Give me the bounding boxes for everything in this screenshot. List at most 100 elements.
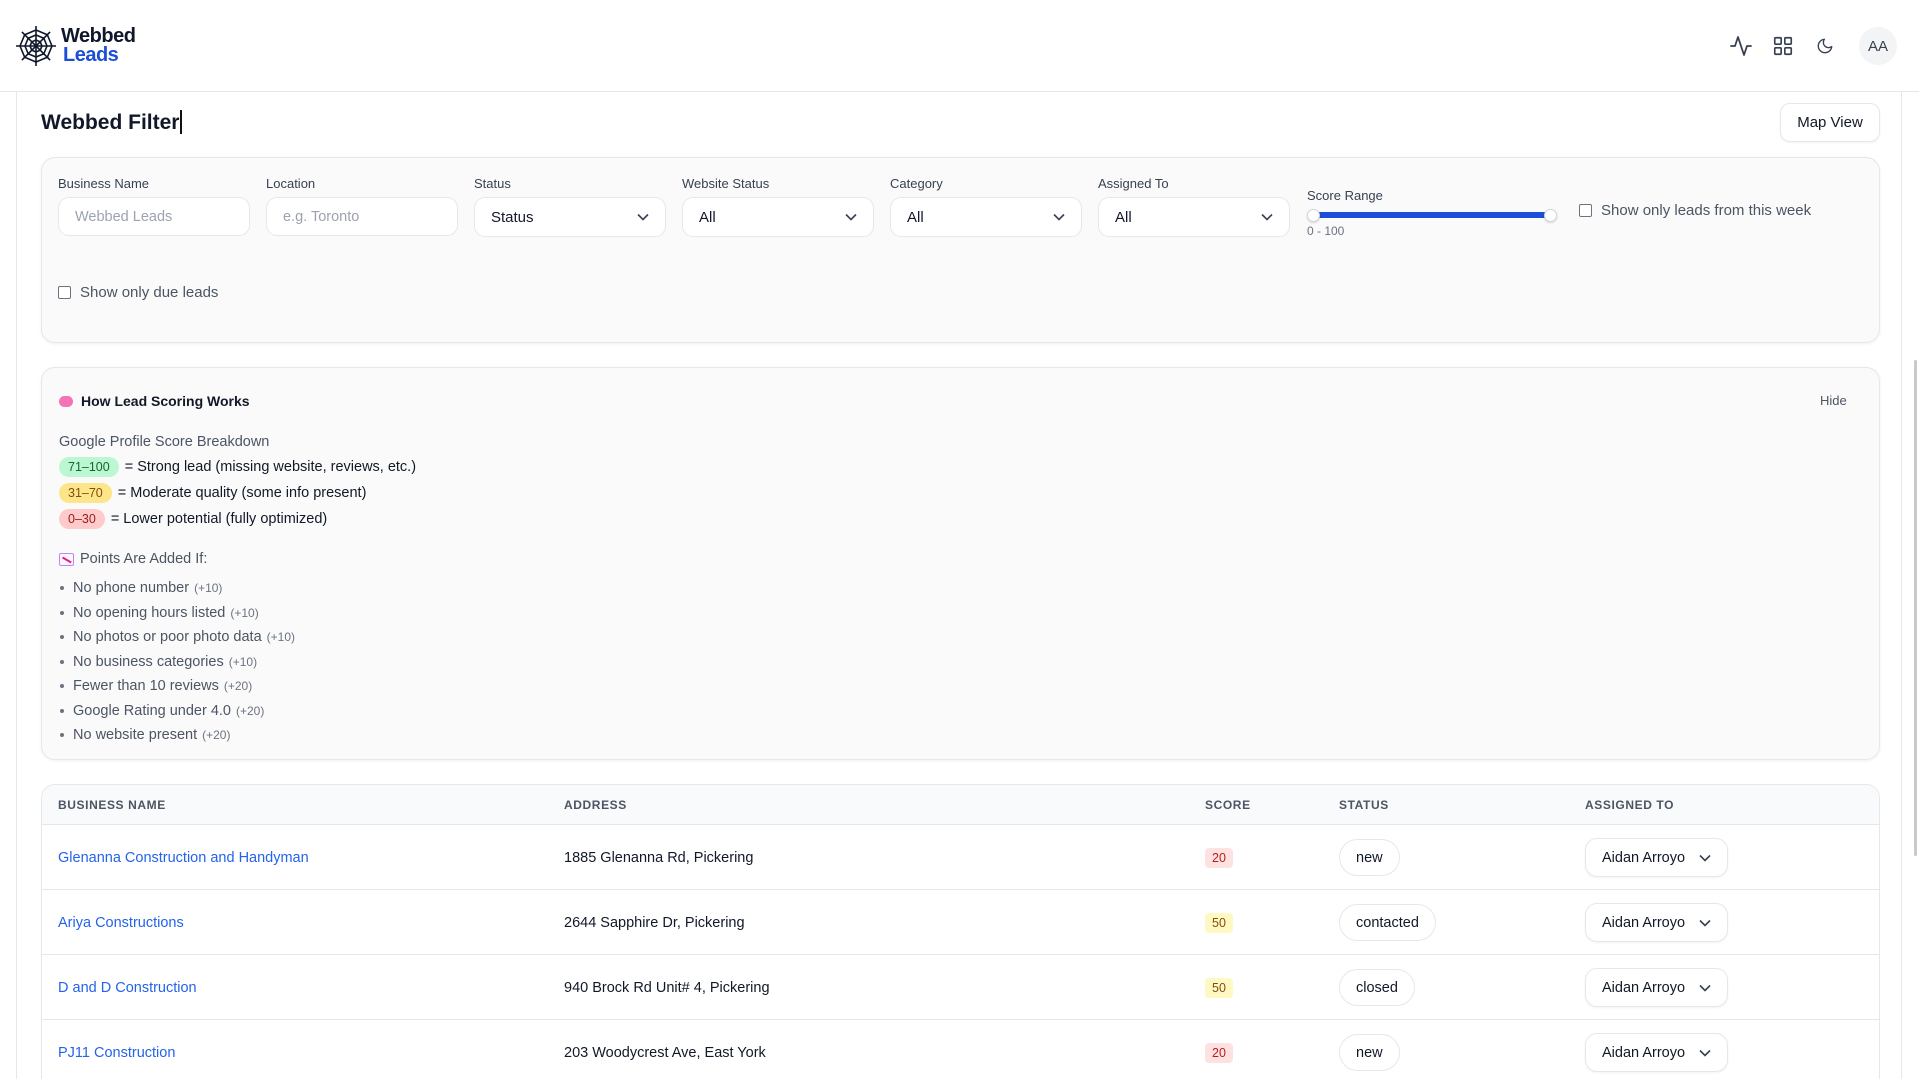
- lead-scoring-panel: How Lead Scoring Works Hide Google Profi…: [41, 367, 1880, 760]
- bullet-icon: [60, 635, 64, 640]
- business-name-link[interactable]: Ariya Constructions: [58, 915, 184, 931]
- points-criterion: Fewer than 10 reviews: [73, 678, 219, 695]
- col-score[interactable]: SCORE: [1205, 798, 1251, 812]
- activity-icon[interactable]: [1721, 26, 1761, 66]
- status-button[interactable]: closed: [1339, 969, 1415, 1006]
- score-range-slider[interactable]: [1307, 209, 1557, 222]
- bullet-icon: [60, 708, 64, 713]
- score-tier: 31–70 = Moderate quality (some info prese…: [59, 483, 366, 503]
- points-list-item: Google Rating under 4.0 (+20): [59, 699, 295, 724]
- status-button[interactable]: new: [1339, 1034, 1400, 1071]
- points-value: (+10): [194, 581, 223, 596]
- col-status[interactable]: STATUS: [1339, 798, 1389, 812]
- moon-icon[interactable]: [1805, 26, 1845, 66]
- assigned-to-select[interactable]: Aidan Arroyo: [1585, 1033, 1728, 1072]
- table-row: Ariya Constructions 2644 Sapphire Dr, Pic…: [42, 890, 1879, 955]
- filter-panel: Business Name Webbed Leads Location e.g.…: [41, 157, 1880, 343]
- chevron-down-icon: [1261, 213, 1273, 221]
- col-business-name[interactable]: BUSINESS NAME: [58, 798, 166, 812]
- due-leads-toggle[interactable]: Show only due leads: [58, 284, 218, 301]
- hide-scoring-button[interactable]: Hide: [1820, 393, 1847, 408]
- score-range-filter: Score Range 0 - 100: [1307, 188, 1557, 238]
- location-filter: Location e.g. Toronto: [266, 176, 458, 236]
- scoring-title: How Lead Scoring Works: [59, 393, 250, 409]
- assigned-to-label: Assigned To: [1098, 176, 1169, 191]
- user-avatar[interactable]: AA: [1859, 27, 1897, 65]
- website-status-select[interactable]: All: [682, 197, 874, 237]
- business-name-link[interactable]: PJ11 Construction: [58, 1045, 175, 1061]
- score-badge: 20: [1205, 847, 1233, 868]
- chevron-down-icon: [1053, 213, 1065, 221]
- chevron-down-icon: [845, 213, 857, 221]
- chart-decrease-icon: [59, 552, 74, 566]
- status-filter: Status Status: [474, 176, 666, 237]
- this-week-checkbox[interactable]: [1579, 204, 1592, 217]
- category-select[interactable]: All: [890, 197, 1082, 237]
- due-leads-label: Show only due leads: [80, 284, 219, 301]
- points-list-item: No business categories (+10): [59, 650, 295, 675]
- grid-icon[interactable]: [1763, 26, 1803, 66]
- map-view-button[interactable]: Map View: [1780, 103, 1880, 142]
- points-list-item: No photos or poor photo data (+10): [59, 625, 295, 650]
- page-title-text: Webbed Filter: [41, 111, 180, 134]
- points-value: (+20): [202, 728, 231, 743]
- this-week-toggle[interactable]: Show only leads from this week: [1579, 202, 1811, 219]
- chevron-down-icon: [1699, 980, 1711, 996]
- address-cell: 203 Woodycrest Ave, East York: [564, 1044, 766, 1061]
- leads-table: BUSINESS NAME ADDRESS SCORE STATUS ASSIG…: [41, 784, 1880, 1079]
- score-min-handle[interactable]: [1307, 209, 1320, 222]
- chevron-down-icon: [1699, 1045, 1711, 1061]
- bullet-icon: [60, 610, 64, 615]
- col-assigned-to[interactable]: ASSIGNED TO: [1585, 798, 1674, 812]
- score-range-bar: [1313, 212, 1551, 218]
- table-row: Glenanna Construction and Handyman 1885 G…: [42, 825, 1879, 890]
- brand-name-line2: Leads: [63, 44, 119, 66]
- business-name-filter: Business Name Webbed Leads: [58, 176, 250, 236]
- status-button[interactable]: contacted: [1339, 904, 1436, 941]
- assigned-to-select[interactable]: Aidan Arroyo: [1585, 838, 1728, 877]
- page-title: Webbed Filter: [41, 110, 182, 135]
- points-criterion: No business categories: [73, 653, 224, 670]
- score-tier-description: = Lower potential (fully optimized): [110, 511, 328, 527]
- due-leads-checkbox[interactable]: [58, 286, 71, 299]
- score-cell: 50: [1205, 890, 1233, 955]
- points-criterion: No phone number: [73, 580, 190, 597]
- location-input[interactable]: e.g. Toronto: [266, 197, 458, 236]
- business-name-input[interactable]: Webbed Leads: [58, 197, 250, 236]
- col-address[interactable]: ADDRESS: [564, 798, 627, 812]
- business-name-link[interactable]: Glenanna Construction and Handyman: [58, 850, 309, 866]
- this-week-label: Show only leads from this week: [1601, 202, 1812, 219]
- assigned-to-select[interactable]: Aidan Arroyo: [1585, 968, 1728, 1007]
- text-caret: [180, 110, 182, 134]
- assigned-to-select-value: All: [1115, 208, 1132, 226]
- status-select-value: Status: [491, 208, 534, 226]
- assigned-to-value: Aidan Arroyo: [1602, 849, 1686, 866]
- business-name-link[interactable]: D and D Construction: [58, 980, 197, 996]
- category-filter: Category All: [890, 176, 1082, 237]
- status-select[interactable]: Status: [474, 197, 666, 237]
- header-actions: AA: [1719, 26, 1897, 66]
- assigned-to-select[interactable]: Aidan Arroyo: [1585, 903, 1728, 942]
- points-list: No phone number (+10) No opening hours lis…: [59, 576, 295, 748]
- points-value: (+20): [236, 703, 265, 718]
- score-tier-description: = Strong lead (missing website, reviews,…: [124, 459, 417, 475]
- address-cell: 940 Brock Rd Unit# 4, Pickering: [564, 979, 770, 996]
- assigned-to-value: Aidan Arroyo: [1602, 1044, 1686, 1061]
- scoring-title-text: How Lead Scoring Works: [81, 393, 250, 409]
- score-max-handle[interactable]: [1544, 209, 1557, 222]
- business-name-label: Business Name: [58, 176, 150, 191]
- brand-name: Webbed Leads: [61, 26, 136, 66]
- website-status-filter: Website Status All: [682, 176, 874, 237]
- chevron-down-icon: [637, 213, 649, 221]
- status-button[interactable]: new: [1339, 839, 1400, 876]
- brand-logo[interactable]: Webbed Leads: [14, 24, 136, 68]
- top-navbar: Webbed Leads AA: [0, 0, 1919, 92]
- points-criterion: No photos or poor photo data: [73, 629, 262, 646]
- score-tier: 71–100 = Strong lead (missing website, re…: [59, 457, 416, 477]
- website-status-label: Website Status: [682, 176, 770, 191]
- scrollbar[interactable]: [1914, 360, 1917, 856]
- points-list-item: No website present (+20): [59, 723, 295, 748]
- score-tier-badge: 0–30: [59, 509, 105, 529]
- assigned-to-select[interactable]: All: [1098, 197, 1290, 237]
- bullet-icon: [60, 733, 64, 738]
